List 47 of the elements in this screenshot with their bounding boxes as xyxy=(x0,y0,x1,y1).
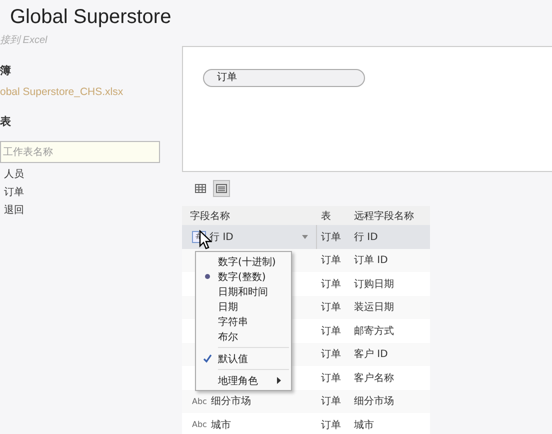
table-cell-text: 城市 xyxy=(353,418,375,432)
table-cell-text: 细分市场 xyxy=(210,394,251,408)
column-header: 远程字段名称 xyxy=(353,210,415,222)
section-heading: 簿 xyxy=(0,63,11,78)
table-cell-text: 订购日期 xyxy=(353,278,395,291)
table-cell-text: 订单 xyxy=(320,230,342,244)
menu-item[interactable]: 布尔 xyxy=(196,329,291,344)
section-heading: 表 xyxy=(0,114,11,129)
table-cell-text: 城市 xyxy=(210,418,231,432)
list-icon xyxy=(216,184,227,193)
table-cell-text: 订单 xyxy=(320,278,342,291)
table-cell-text: 订单 xyxy=(320,254,342,268)
caret-icon[interactable] xyxy=(302,234,308,239)
table-cell-text: 装运日期 xyxy=(353,300,395,314)
menu-item[interactable]: 日期 xyxy=(196,299,291,314)
table-cell-text: 订单 xyxy=(320,372,342,385)
table-cell-text: 订单 xyxy=(320,418,342,432)
window-title: Global Superstore xyxy=(9,5,172,30)
table-cell-text: 行 ID xyxy=(210,230,234,244)
table-cell-text: 订单 xyxy=(320,324,342,338)
table-cell-text: 细分市场 xyxy=(353,394,395,408)
sheet-item[interactable]: 订单 xyxy=(0,186,24,199)
sheet-item[interactable]: 人员 xyxy=(0,168,24,181)
menu-item[interactable]: 数字(十进制) xyxy=(196,254,291,269)
table-cell-text: 邮寄方式 xyxy=(353,324,395,338)
column-header: 字段名称 xyxy=(189,210,231,224)
menu-item[interactable]: 日期和时间 xyxy=(196,284,291,299)
table-cell-text: 订单 ID xyxy=(353,254,389,268)
table-cell-text: 行 ID xyxy=(353,230,379,244)
table-cell-text: 订单 xyxy=(320,394,342,408)
type-button[interactable]: Abc xyxy=(192,420,207,430)
menu-item[interactable]: 默认值 xyxy=(196,351,291,366)
column-header: 表 xyxy=(320,210,332,222)
table-cell-text: 订单 xyxy=(320,300,342,314)
grid-icon xyxy=(195,184,206,193)
list-view-button[interactable] xyxy=(213,180,230,197)
search-field[interactable]: 工作表名称 xyxy=(0,141,160,163)
table-cell-text: 客户名称 xyxy=(353,372,395,385)
menu-item[interactable]: 数字(整数) xyxy=(196,269,291,284)
table-pill[interactable]: 订单 xyxy=(203,69,365,87)
sheet-item[interactable]: 退回 xyxy=(0,204,24,217)
type-button[interactable]: Abc xyxy=(192,396,207,406)
submenu-arrow-icon xyxy=(277,377,281,384)
menu-item[interactable]: 字符串 xyxy=(196,314,291,329)
table-cell-text: 订单 xyxy=(320,348,342,362)
menu-item[interactable]: 地理角色 xyxy=(196,373,291,388)
table-cell-text: 客户 ID xyxy=(353,348,389,362)
